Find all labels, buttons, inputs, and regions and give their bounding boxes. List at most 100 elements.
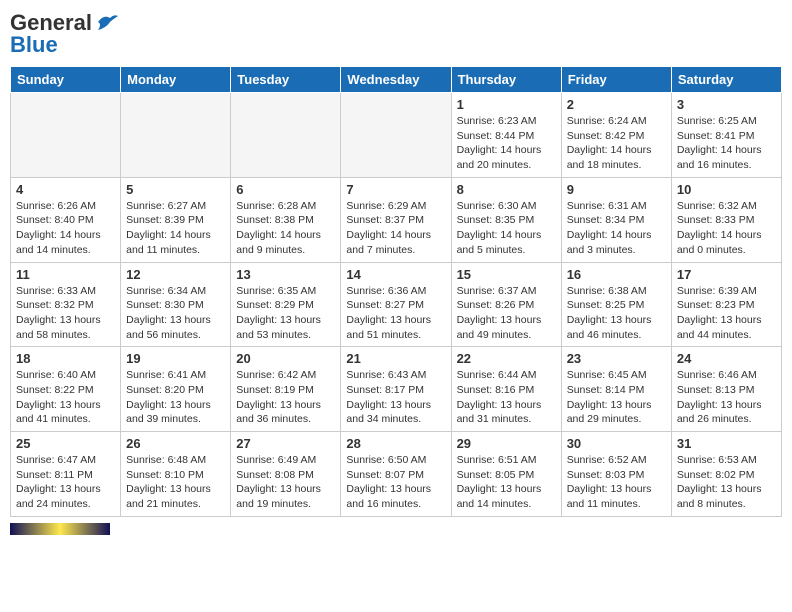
calendar-day-cell: 29Sunrise: 6:51 AM Sunset: 8:05 PM Dayli… — [451, 432, 561, 517]
day-info: Sunrise: 6:52 AM Sunset: 8:03 PM Dayligh… — [567, 453, 666, 512]
day-number: 5 — [126, 182, 225, 197]
calendar-day-cell: 16 Sunrise: 6:38 AM Sunset: 8:25 PM Dayli… — [561, 262, 671, 347]
weekday-header-tuesday: Tuesday — [231, 67, 341, 93]
calendar-day-cell: 22 Sunrise: 6:44 AM Sunset: 8:16 PM Dayli… — [451, 347, 561, 432]
day-info: Sunrise: 6:25 AM Sunset: 8:41 PM Dayligh… — [677, 114, 776, 173]
day-number: 22 — [457, 351, 556, 366]
day-info: Sunrise: 6:41 AM Sunset: 8:20 PM Dayligh… — [126, 368, 225, 427]
day-number: 18 — [16, 351, 115, 366]
day-info: Sunrise: 6:48 AM Sunset: 8:10 PM Dayligh… — [126, 453, 225, 512]
day-number: 9 — [567, 182, 666, 197]
day-number: 13 — [236, 267, 335, 282]
day-info: Sunrise: 6:44 AM Sunset: 8:16 PM Dayligh… — [457, 368, 556, 427]
day-number: 27 — [236, 436, 335, 451]
day-info: Sunrise: 6:37 AM Sunset: 8:26 PM Dayligh… — [457, 284, 556, 343]
day-info: Sunrise: 6:26 AM Sunset: 8:40 PM Dayligh… — [16, 199, 115, 258]
logo: General Blue — [10, 10, 118, 58]
calendar-day-cell: 2Sunrise: 6:24 AM Sunset: 8:42 PM Daylig… — [561, 93, 671, 178]
calendar-day-cell: 20 Sunrise: 6:42 AM Sunset: 8:19 PM Dayli… — [231, 347, 341, 432]
day-info: Sunrise: 6:47 AM Sunset: 8:11 PM Dayligh… — [16, 453, 115, 512]
day-info: Sunrise: 6:32 AM Sunset: 8:33 PM Dayligh… — [677, 199, 776, 258]
day-info: Sunrise: 6:28 AM Sunset: 8:38 PM Dayligh… — [236, 199, 335, 258]
day-number: 11 — [16, 267, 115, 282]
footer-legend — [10, 523, 782, 535]
day-number: 29 — [457, 436, 556, 451]
day-number: 15 — [457, 267, 556, 282]
logo-blue-text: Blue — [10, 32, 58, 58]
weekday-header-friday: Friday — [561, 67, 671, 93]
day-number: 24 — [677, 351, 776, 366]
calendar-day-cell: 1 Sunrise: 6:23 AM Sunset: 8:44 PM Daylig… — [451, 93, 561, 178]
calendar-table: SundayMondayTuesdayWednesdayThursdayFrid… — [10, 66, 782, 517]
day-number: 23 — [567, 351, 666, 366]
day-number: 16 — [567, 267, 666, 282]
calendar-day-cell: 26 Sunrise: 6:48 AM Sunset: 8:10 PM Dayli… — [121, 432, 231, 517]
day-number: 30 — [567, 436, 666, 451]
day-number: 12 — [126, 267, 225, 282]
day-number: 14 — [346, 267, 445, 282]
day-info: Sunrise: 6:39 AM Sunset: 8:23 PM Dayligh… — [677, 284, 776, 343]
day-info: Sunrise: 6:43 AM Sunset: 8:17 PM Dayligh… — [346, 368, 445, 427]
day-number: 3 — [677, 97, 776, 112]
day-info: Sunrise: 6:40 AM Sunset: 8:22 PM Dayligh… — [16, 368, 115, 427]
calendar-day-cell: 15 Sunrise: 6:37 AM Sunset: 8:26 PM Dayli… — [451, 262, 561, 347]
calendar-day-cell: 14Sunrise: 6:36 AM Sunset: 8:27 PM Dayli… — [341, 262, 451, 347]
day-info: Sunrise: 6:46 AM Sunset: 8:13 PM Dayligh… — [677, 368, 776, 427]
calendar-day-cell: 21 Sunrise: 6:43 AM Sunset: 8:17 PM Dayli… — [341, 347, 451, 432]
calendar-day-cell: 17Sunrise: 6:39 AM Sunset: 8:23 PM Dayli… — [671, 262, 781, 347]
calendar-day-cell: 13Sunrise: 6:35 AM Sunset: 8:29 PM Dayli… — [231, 262, 341, 347]
calendar-day-cell: 5Sunrise: 6:27 AM Sunset: 8:39 PM Daylig… — [121, 177, 231, 262]
calendar-week-2: 11 Sunrise: 6:33 AM Sunset: 8:32 PM Dayli… — [11, 262, 782, 347]
day-number: 28 — [346, 436, 445, 451]
day-info: Sunrise: 6:33 AM Sunset: 8:32 PM Dayligh… — [16, 284, 115, 343]
day-info: Sunrise: 6:29 AM Sunset: 8:37 PM Dayligh… — [346, 199, 445, 258]
calendar-day-cell — [11, 93, 121, 178]
day-number: 1 — [457, 97, 556, 112]
day-info: Sunrise: 6:34 AM Sunset: 8:30 PM Dayligh… — [126, 284, 225, 343]
day-info: Sunrise: 6:38 AM Sunset: 8:25 PM Dayligh… — [567, 284, 666, 343]
day-number: 21 — [346, 351, 445, 366]
calendar-day-cell: 6 Sunrise: 6:28 AM Sunset: 8:38 PM Daylig… — [231, 177, 341, 262]
day-number: 7 — [346, 182, 445, 197]
day-number: 20 — [236, 351, 335, 366]
day-info: Sunrise: 6:30 AM Sunset: 8:35 PM Dayligh… — [457, 199, 556, 258]
calendar-header-row: SundayMondayTuesdayWednesdayThursdayFrid… — [11, 67, 782, 93]
calendar-day-cell — [231, 93, 341, 178]
day-number: 10 — [677, 182, 776, 197]
day-info: Sunrise: 6:49 AM Sunset: 8:08 PM Dayligh… — [236, 453, 335, 512]
day-info: Sunrise: 6:45 AM Sunset: 8:14 PM Dayligh… — [567, 368, 666, 427]
day-number: 8 — [457, 182, 556, 197]
calendar-week-3: 18 Sunrise: 6:40 AM Sunset: 8:22 PM Dayli… — [11, 347, 782, 432]
daylight-gradient — [10, 523, 110, 535]
calendar-day-cell — [121, 93, 231, 178]
calendar-day-cell: 12 Sunrise: 6:34 AM Sunset: 8:30 PM Dayli… — [121, 262, 231, 347]
calendar-day-cell: 19 Sunrise: 6:41 AM Sunset: 8:20 PM Dayli… — [121, 347, 231, 432]
calendar-day-cell: 28 Sunrise: 6:50 AM Sunset: 8:07 PM Dayli… — [341, 432, 451, 517]
calendar-day-cell: 18 Sunrise: 6:40 AM Sunset: 8:22 PM Dayli… — [11, 347, 121, 432]
calendar-day-cell: 27 Sunrise: 6:49 AM Sunset: 8:08 PM Dayli… — [231, 432, 341, 517]
calendar-week-4: 25Sunrise: 6:47 AM Sunset: 8:11 PM Dayli… — [11, 432, 782, 517]
day-number: 19 — [126, 351, 225, 366]
calendar-day-cell: 31 Sunrise: 6:53 AM Sunset: 8:02 PM Dayli… — [671, 432, 781, 517]
day-info: Sunrise: 6:23 AM Sunset: 8:44 PM Dayligh… — [457, 114, 556, 173]
logo-bird-icon — [96, 14, 118, 32]
weekday-header-monday: Monday — [121, 67, 231, 93]
calendar-day-cell: 10 Sunrise: 6:32 AM Sunset: 8:33 PM Dayli… — [671, 177, 781, 262]
calendar-day-cell: 9Sunrise: 6:31 AM Sunset: 8:34 PM Daylig… — [561, 177, 671, 262]
day-number: 31 — [677, 436, 776, 451]
day-info: Sunrise: 6:53 AM Sunset: 8:02 PM Dayligh… — [677, 453, 776, 512]
calendar-day-cell: 23 Sunrise: 6:45 AM Sunset: 8:14 PM Dayli… — [561, 347, 671, 432]
weekday-header-thursday: Thursday — [451, 67, 561, 93]
day-info: Sunrise: 6:50 AM Sunset: 8:07 PM Dayligh… — [346, 453, 445, 512]
page-header: General Blue — [10, 10, 782, 58]
day-info: Sunrise: 6:42 AM Sunset: 8:19 PM Dayligh… — [236, 368, 335, 427]
day-number: 6 — [236, 182, 335, 197]
calendar-week-1: 4Sunrise: 6:26 AM Sunset: 8:40 PM Daylig… — [11, 177, 782, 262]
weekday-header-saturday: Saturday — [671, 67, 781, 93]
weekday-header-wednesday: Wednesday — [341, 67, 451, 93]
weekday-header-sunday: Sunday — [11, 67, 121, 93]
calendar-week-0: 1 Sunrise: 6:23 AM Sunset: 8:44 PM Daylig… — [11, 93, 782, 178]
calendar-day-cell: 25Sunrise: 6:47 AM Sunset: 8:11 PM Dayli… — [11, 432, 121, 517]
day-number: 2 — [567, 97, 666, 112]
day-number: 26 — [126, 436, 225, 451]
